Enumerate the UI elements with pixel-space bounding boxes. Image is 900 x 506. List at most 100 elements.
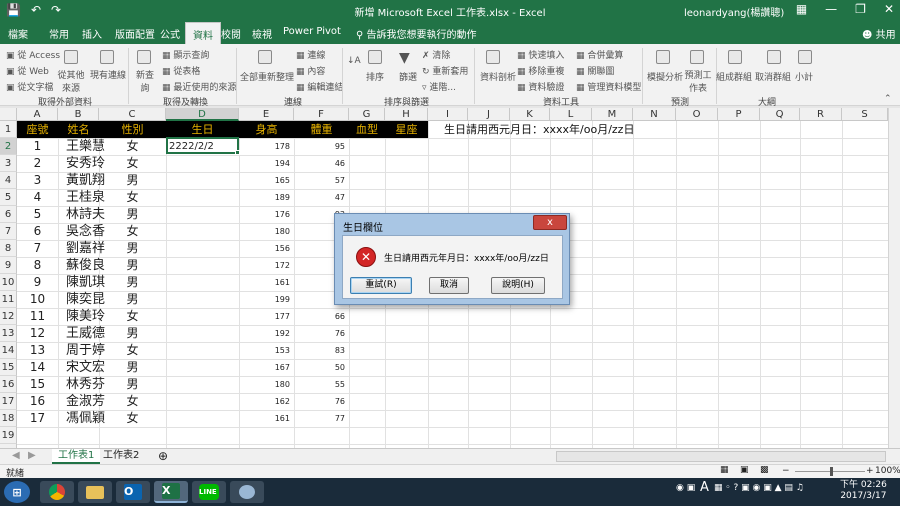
cell-name[interactable]: 王威德 — [58, 325, 105, 342]
header-cell-h[interactable]: 星座 — [385, 121, 428, 138]
column-header-n[interactable]: N — [633, 108, 676, 121]
cell-name[interactable]: 林詩夫 — [58, 206, 105, 223]
horizontal-scrollbar[interactable] — [556, 451, 886, 462]
row-header-18[interactable]: 18 — [0, 410, 17, 427]
collapse-ribbon-icon[interactable]: ⌃ — [884, 94, 892, 104]
header-cell-b[interactable]: 姓名 — [58, 121, 99, 138]
dialog-close-button[interactable]: x — [533, 215, 567, 230]
cell-height[interactable]: 192 — [239, 325, 294, 342]
cell-birthday[interactable] — [166, 206, 239, 223]
cell-height[interactable]: 161 — [239, 410, 294, 427]
cell-birthday[interactable] — [166, 257, 239, 274]
paint-icon[interactable] — [230, 481, 264, 503]
zoom-level[interactable]: 100% — [875, 466, 900, 476]
filter-icon[interactable]: ▼ — [399, 50, 410, 66]
row-header-14[interactable]: 14 — [0, 342, 17, 359]
cell-height[interactable]: 178 — [239, 138, 294, 155]
tab-formulas[interactable]: 公式 — [160, 26, 180, 41]
row-header-9[interactable]: 9 — [0, 257, 17, 274]
row-header-15[interactable]: 15 — [0, 359, 17, 376]
cell-birthday[interactable] — [166, 155, 239, 172]
vertical-scrollbar[interactable] — [888, 108, 900, 448]
manage-data-model-button[interactable]: ▦ 管理資料模型 — [576, 80, 641, 93]
row-header-4[interactable]: 4 — [0, 172, 17, 189]
header-cell-c[interactable]: 性別 — [99, 121, 166, 138]
cell-gender[interactable]: 男 — [99, 274, 166, 291]
column-header-j[interactable]: J — [468, 108, 510, 121]
cell-birthday[interactable] — [166, 308, 239, 325]
column-header-l[interactable]: L — [550, 108, 592, 121]
remove-duplicates-button[interactable]: ▦ 移除重複 — [517, 64, 564, 77]
cell-height[interactable]: 180 — [239, 376, 294, 393]
cell-no[interactable]: 16 — [17, 393, 58, 410]
cell-name[interactable]: 蘇俊良 — [58, 257, 105, 274]
row-header-2[interactable]: 2 — [0, 138, 17, 155]
column-header-h[interactable]: H — [385, 108, 428, 121]
existing-connections-icon[interactable] — [100, 50, 114, 64]
cancel-button[interactable]: 取消 — [429, 277, 469, 294]
tab-data[interactable]: 資料 — [185, 22, 221, 44]
row-header-13[interactable]: 13 — [0, 325, 17, 342]
cell-height[interactable]: 167 — [239, 359, 294, 376]
subtotal-button[interactable]: 小計 — [795, 70, 813, 83]
forecast-sheet-button[interactable]: 預測工作表 — [683, 68, 713, 94]
cell-gender[interactable]: 女 — [99, 189, 166, 206]
cell-birthday[interactable] — [166, 240, 239, 257]
cell-height[interactable]: 156 — [239, 240, 294, 257]
cell-name[interactable]: 馮佩穎 — [58, 410, 105, 427]
refresh-all-button[interactable]: 全部重新整理 — [240, 70, 294, 83]
zoom-slider-thumb[interactable] — [830, 467, 833, 476]
connections-button[interactable]: ▦ 連線 — [296, 48, 325, 61]
cell-no[interactable]: 7 — [17, 240, 58, 257]
refresh-all-icon[interactable] — [258, 50, 272, 64]
what-if-button[interactable]: 模擬分析 — [647, 70, 683, 83]
cell-gender[interactable]: 男 — [99, 359, 166, 376]
cell-name[interactable]: 黃凱翔 — [58, 172, 105, 189]
cell-weight[interactable]: 83 — [294, 342, 349, 359]
cell-gender[interactable]: 女 — [99, 308, 166, 325]
cell-height[interactable]: 177 — [239, 308, 294, 325]
cell-no[interactable]: 1 — [17, 138, 58, 155]
relationships-button[interactable]: ▦ 關聯圖 — [576, 64, 614, 77]
row-header-19[interactable]: 19 — [0, 427, 17, 444]
subtotal-icon[interactable] — [798, 50, 812, 64]
header-cell-e[interactable]: 身高 — [239, 121, 294, 138]
row-header-12[interactable]: 12 — [0, 308, 17, 325]
add-sheet-icon[interactable]: ⊕ — [152, 449, 174, 464]
cell-birthday[interactable] — [166, 359, 239, 376]
cell-birthday[interactable] — [166, 325, 239, 342]
ime-indicator[interactable]: A — [700, 480, 709, 495]
cell-gender[interactable]: 女 — [99, 223, 166, 240]
cell-weight[interactable]: 46 — [294, 155, 349, 172]
sheet-nav-next-icon[interactable]: ▶ — [22, 449, 42, 464]
active-cell-selection[interactable] — [166, 137, 240, 155]
tab-insert[interactable]: 插入 — [82, 26, 102, 41]
row-header-1[interactable]: 1 — [0, 121, 17, 138]
sort-icon[interactable] — [368, 50, 382, 64]
column-header-m[interactable]: M — [592, 108, 633, 121]
what-if-icon[interactable] — [656, 50, 670, 64]
line-icon[interactable]: LINE — [192, 481, 226, 503]
cell-name[interactable]: 陳凱琪 — [58, 274, 105, 291]
cell-birthday[interactable] — [166, 189, 239, 206]
cell-name[interactable]: 陳奕昆 — [58, 291, 105, 308]
header-cell-g[interactable]: 血型 — [349, 121, 385, 138]
cell-birthday[interactable] — [166, 376, 239, 393]
ungroup-icon[interactable] — [767, 50, 781, 64]
cell-no[interactable]: 5 — [17, 206, 58, 223]
column-header-p[interactable]: P — [718, 108, 760, 121]
cell-no[interactable]: 14 — [17, 359, 58, 376]
cell-weight[interactable]: 77 — [294, 410, 349, 427]
cell-name[interactable]: 劉嘉祥 — [58, 240, 105, 257]
cell-gender[interactable]: 男 — [99, 206, 166, 223]
tab-power-pivot[interactable]: Power Pivot — [283, 26, 341, 37]
cell-no[interactable]: 4 — [17, 189, 58, 206]
cell-no[interactable]: 12 — [17, 325, 58, 342]
cell-gender[interactable]: 男 — [99, 172, 166, 189]
header-cell-f[interactable]: 體重 — [294, 121, 349, 138]
tab-home[interactable]: 常用 — [49, 26, 69, 41]
normal-view-icon[interactable]: ▦ — [720, 465, 729, 475]
show-queries-button[interactable]: ▦ 顯示查詢 — [162, 48, 209, 61]
page-layout-view-icon[interactable]: ▣ — [740, 465, 749, 475]
row-header-3[interactable]: 3 — [0, 155, 17, 172]
